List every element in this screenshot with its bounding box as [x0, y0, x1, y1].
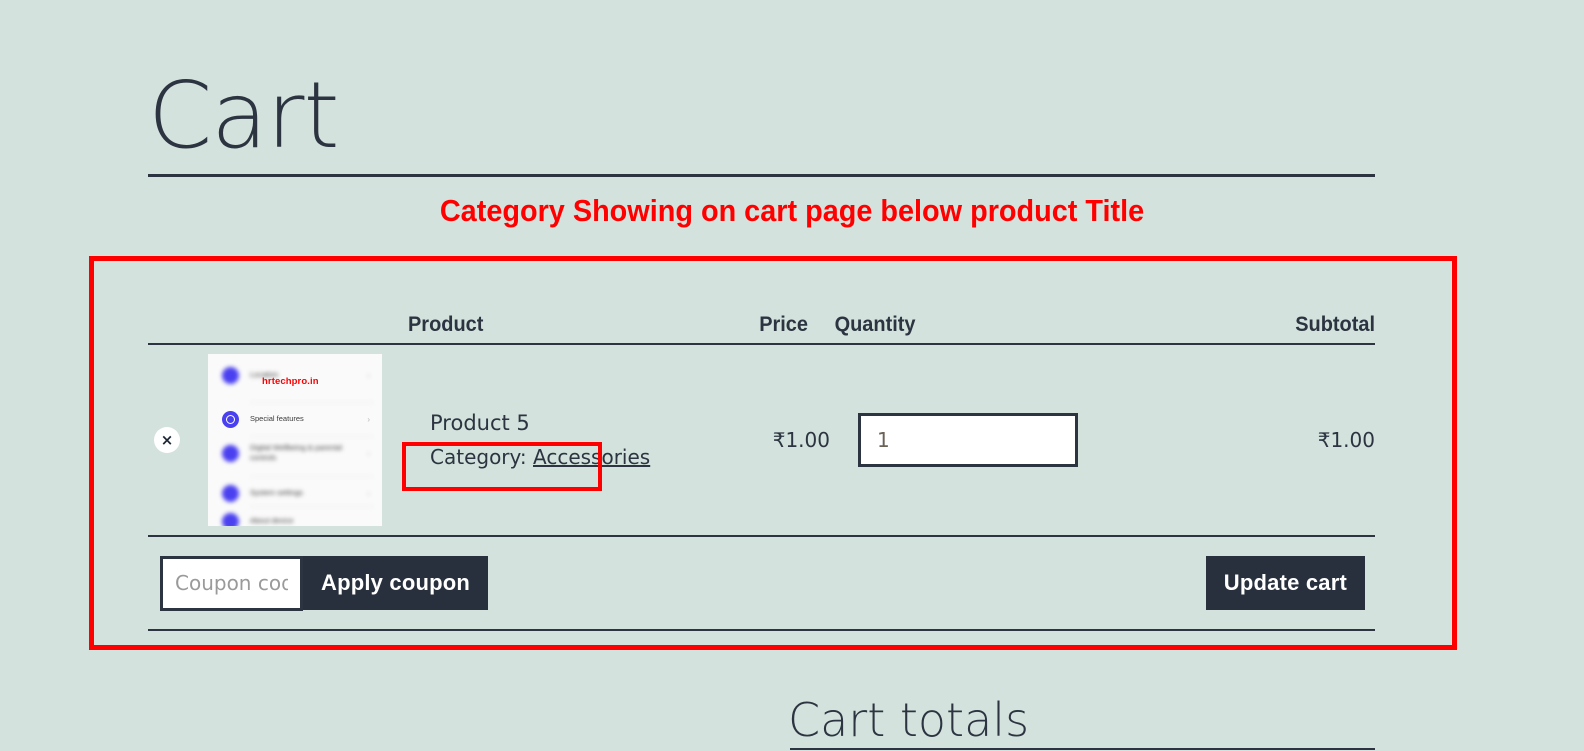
- thumbnail-row-label: Digital Wellbeing & parental controls: [250, 442, 342, 462]
- product-subtotal: ₹1.00: [1317, 428, 1375, 452]
- column-header-price: Price: [759, 313, 808, 336]
- header-thumbnail-spacer: [208, 337, 398, 343]
- thumbnail-row: Digital Wellbeing & parental controls ›: [208, 438, 382, 468]
- update-cart-button[interactable]: Update cart: [1205, 556, 1365, 610]
- product-category: Category: Accessories: [430, 445, 720, 469]
- product-thumbnail[interactable]: hrtechpro.in Location › Special features…: [208, 354, 382, 526]
- column-header-quantity: Quantity: [834, 313, 916, 336]
- annotation-caption: Category Showing on cart page below prod…: [439, 193, 1145, 228]
- chevron-right-icon: ›: [367, 370, 370, 380]
- thumbnail-row: Special features ›: [208, 404, 382, 434]
- chevron-right-icon: ›: [367, 414, 370, 424]
- page-title: Cart: [148, 61, 340, 169]
- product-name-link[interactable]: Product 5: [430, 411, 720, 436]
- quantity-input[interactable]: [858, 413, 1078, 467]
- chevron-right-icon: ›: [367, 488, 370, 498]
- title-divider: [148, 174, 1375, 177]
- thumbnail-cell: hrtechpro.in Location › Special features…: [208, 354, 408, 526]
- thumbnail-watermark: hrtechpro.in: [262, 376, 319, 387]
- thumbnail-divider: [250, 476, 374, 477]
- cart-table-header: Product Price Quantity Subtotal: [148, 295, 1375, 345]
- cart-page: Cart Category Showing on cart page below…: [0, 0, 1584, 751]
- chevron-right-icon: ›: [367, 448, 370, 458]
- settings-gear-icon: [222, 410, 239, 428]
- thumbnail-row-label: Special features: [250, 413, 304, 423]
- about-device-icon: [222, 512, 239, 526]
- wellbeing-icon: [222, 444, 239, 462]
- cart-table: Product Price Quantity Subtotal × hrtech…: [148, 295, 1375, 631]
- column-header-subtotal: Subtotal: [1295, 313, 1375, 336]
- thumbnail-row-label: About device: [250, 515, 294, 525]
- remove-item-button[interactable]: ×: [154, 427, 180, 453]
- header-remove-spacer: [148, 337, 205, 343]
- category-label: Category:: [430, 444, 527, 469]
- thumbnail-divider: [250, 436, 374, 437]
- thumbnail-row: System settings ›: [208, 478, 382, 508]
- system-settings-icon: [222, 484, 239, 502]
- cart-totals-divider: [790, 748, 1375, 750]
- product-cell: Product 5 Category: Accessories: [408, 411, 720, 468]
- cart-totals-heading: Cart totals: [788, 693, 1030, 748]
- settings-circle-icon: [222, 366, 239, 384]
- cart-actions-row: Apply coupon Update cart: [148, 537, 1375, 631]
- thumbnail-row: About device: [208, 506, 382, 526]
- thumbnail-divider: [250, 402, 374, 403]
- product-price: ₹1.00: [772, 428, 830, 452]
- apply-coupon-button[interactable]: Apply coupon: [303, 556, 489, 610]
- remove-cell: ×: [148, 427, 208, 453]
- column-header-product: Product: [408, 313, 484, 336]
- coupon-code-input[interactable]: [160, 555, 303, 611]
- thumbnail-row-label: System settings: [250, 487, 303, 497]
- cart-item-row: × hrtechpro.in Location › Special featur…: [148, 345, 1375, 537]
- category-link[interactable]: Accessories: [533, 445, 650, 469]
- quantity-cell: [830, 413, 1148, 467]
